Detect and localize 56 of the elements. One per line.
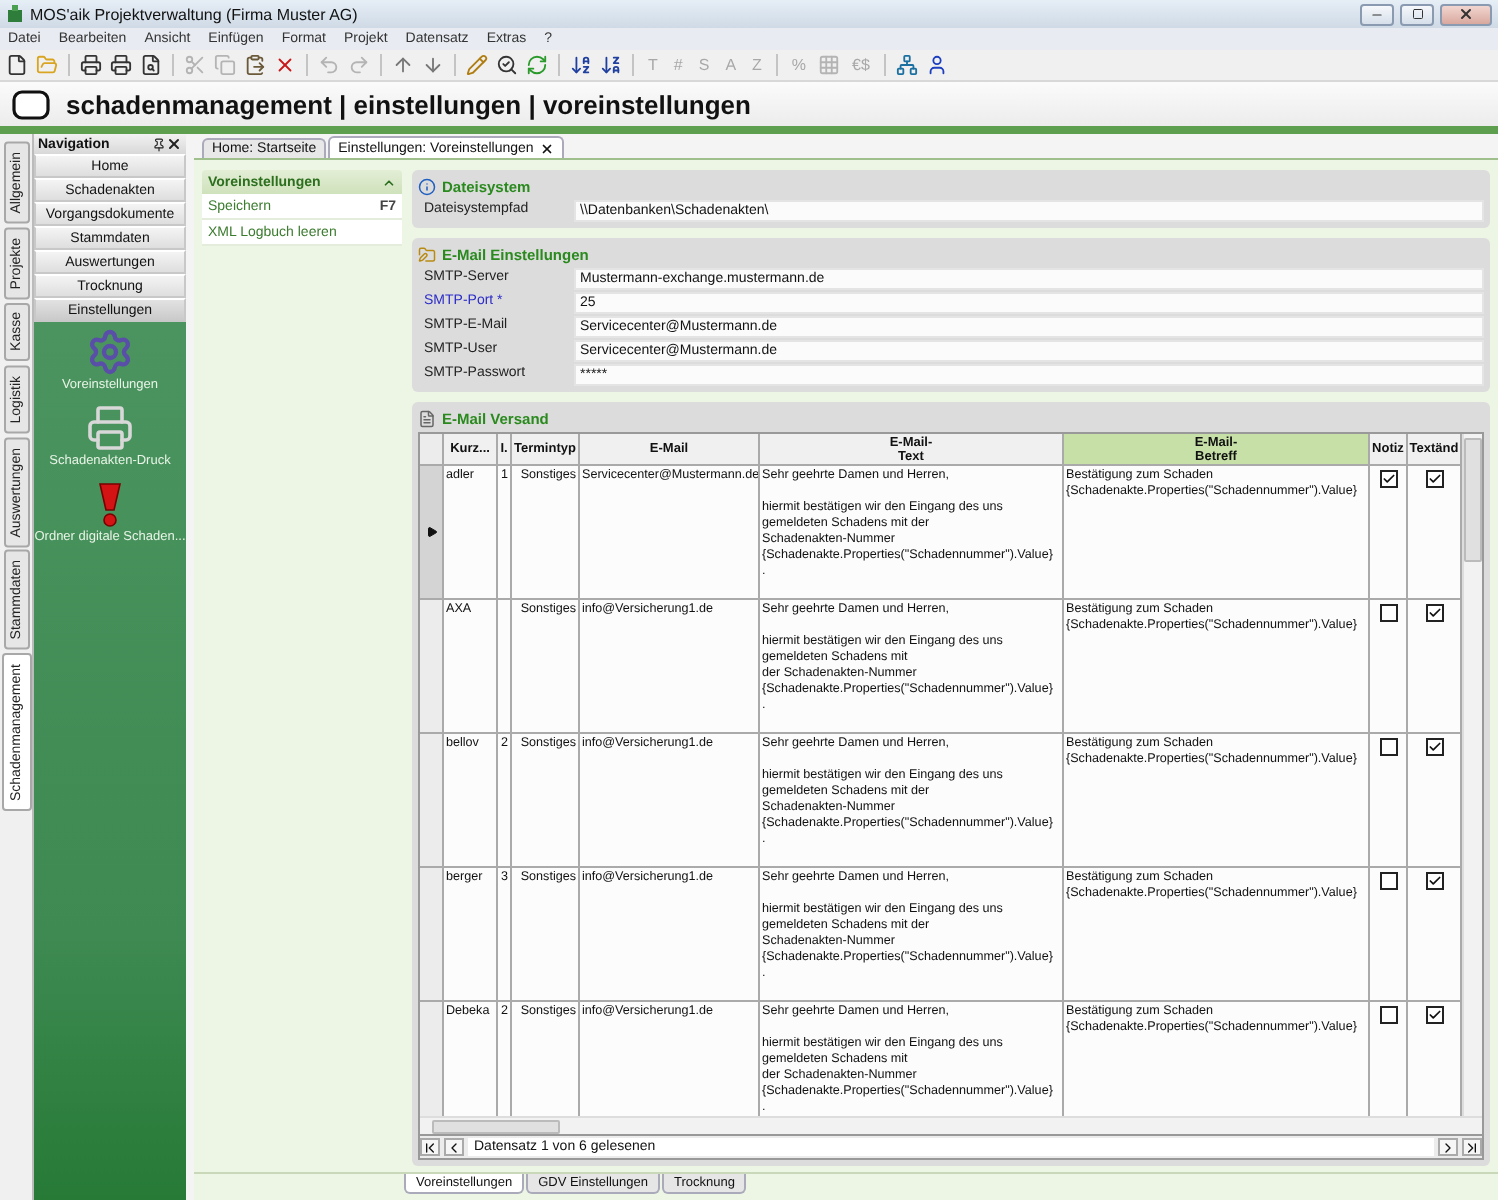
checkbox[interactable] xyxy=(1379,738,1397,756)
maximize-button[interactable] xyxy=(1400,3,1434,25)
printer-icon[interactable] xyxy=(80,54,102,76)
checkbox[interactable] xyxy=(1425,872,1443,890)
first-record-button[interactable] xyxy=(420,1138,440,1156)
close-icon[interactable] xyxy=(166,136,182,152)
close-icon[interactable] xyxy=(539,141,554,155)
gear-icon xyxy=(85,328,134,376)
current-row-icon xyxy=(425,526,437,538)
document-icon xyxy=(418,409,436,427)
next-record-button[interactable] xyxy=(1438,1138,1458,1156)
arrow-up-icon[interactable] xyxy=(392,54,414,76)
last-icon xyxy=(1464,1139,1480,1155)
arrow-down-icon[interactable] xyxy=(422,54,444,76)
network-icon[interactable] xyxy=(895,54,918,76)
pencil-icon[interactable] xyxy=(466,54,488,76)
page-heading: schadenmanagement | einstellungen | voreinstellungen xyxy=(66,89,751,119)
checkbox[interactable] xyxy=(1379,604,1397,622)
refresh-icon[interactable] xyxy=(526,54,548,76)
checkbox[interactable] xyxy=(1379,872,1397,890)
checkbox[interactable] xyxy=(1379,1006,1397,1024)
close-button[interactable] xyxy=(1440,3,1492,25)
next-icon xyxy=(1440,1139,1456,1155)
checkbox[interactable] xyxy=(1425,1006,1443,1024)
rounded-square-icon xyxy=(12,89,50,119)
search-icon[interactable] xyxy=(496,54,518,76)
clipboard-icon[interactable] xyxy=(244,54,266,76)
document-search-icon[interactable] xyxy=(140,54,162,76)
app-icon xyxy=(6,4,24,24)
window-title: MOS'aik Projektverwaltung (Firma Muster AG) xyxy=(30,5,360,23)
horizontal-scrollbar[interactable] xyxy=(420,1116,1482,1134)
checkbox[interactable] xyxy=(1425,738,1443,756)
user-icon[interactable] xyxy=(925,54,948,76)
close-icon xyxy=(1458,6,1474,22)
printer-icon[interactable] xyxy=(110,54,132,76)
printer-icon xyxy=(85,404,134,452)
header-corner xyxy=(420,434,444,466)
pin-icon[interactable] xyxy=(152,137,166,151)
new-file-icon[interactable] xyxy=(6,54,28,76)
checkbox[interactable] xyxy=(1379,470,1397,488)
maximize-icon xyxy=(1411,8,1423,20)
first-icon xyxy=(422,1139,438,1155)
previous-record-button[interactable] xyxy=(444,1138,464,1156)
vertical-scrollbar[interactable] xyxy=(1462,434,1482,1116)
table-cell xyxy=(498,600,512,734)
exclamation-icon xyxy=(96,480,124,528)
sort-descending-icon[interactable] xyxy=(600,54,622,76)
checkbox[interactable] xyxy=(1425,470,1443,488)
collapse-icon xyxy=(382,175,396,189)
checkbox[interactable] xyxy=(1425,604,1443,622)
info-icon xyxy=(418,177,436,195)
sort-ascending-icon[interactable] xyxy=(570,54,592,76)
delete-icon[interactable] xyxy=(274,54,296,76)
last-record-button[interactable] xyxy=(1462,1138,1482,1156)
previous-icon xyxy=(446,1139,462,1155)
folder-pencil-icon xyxy=(418,245,436,263)
